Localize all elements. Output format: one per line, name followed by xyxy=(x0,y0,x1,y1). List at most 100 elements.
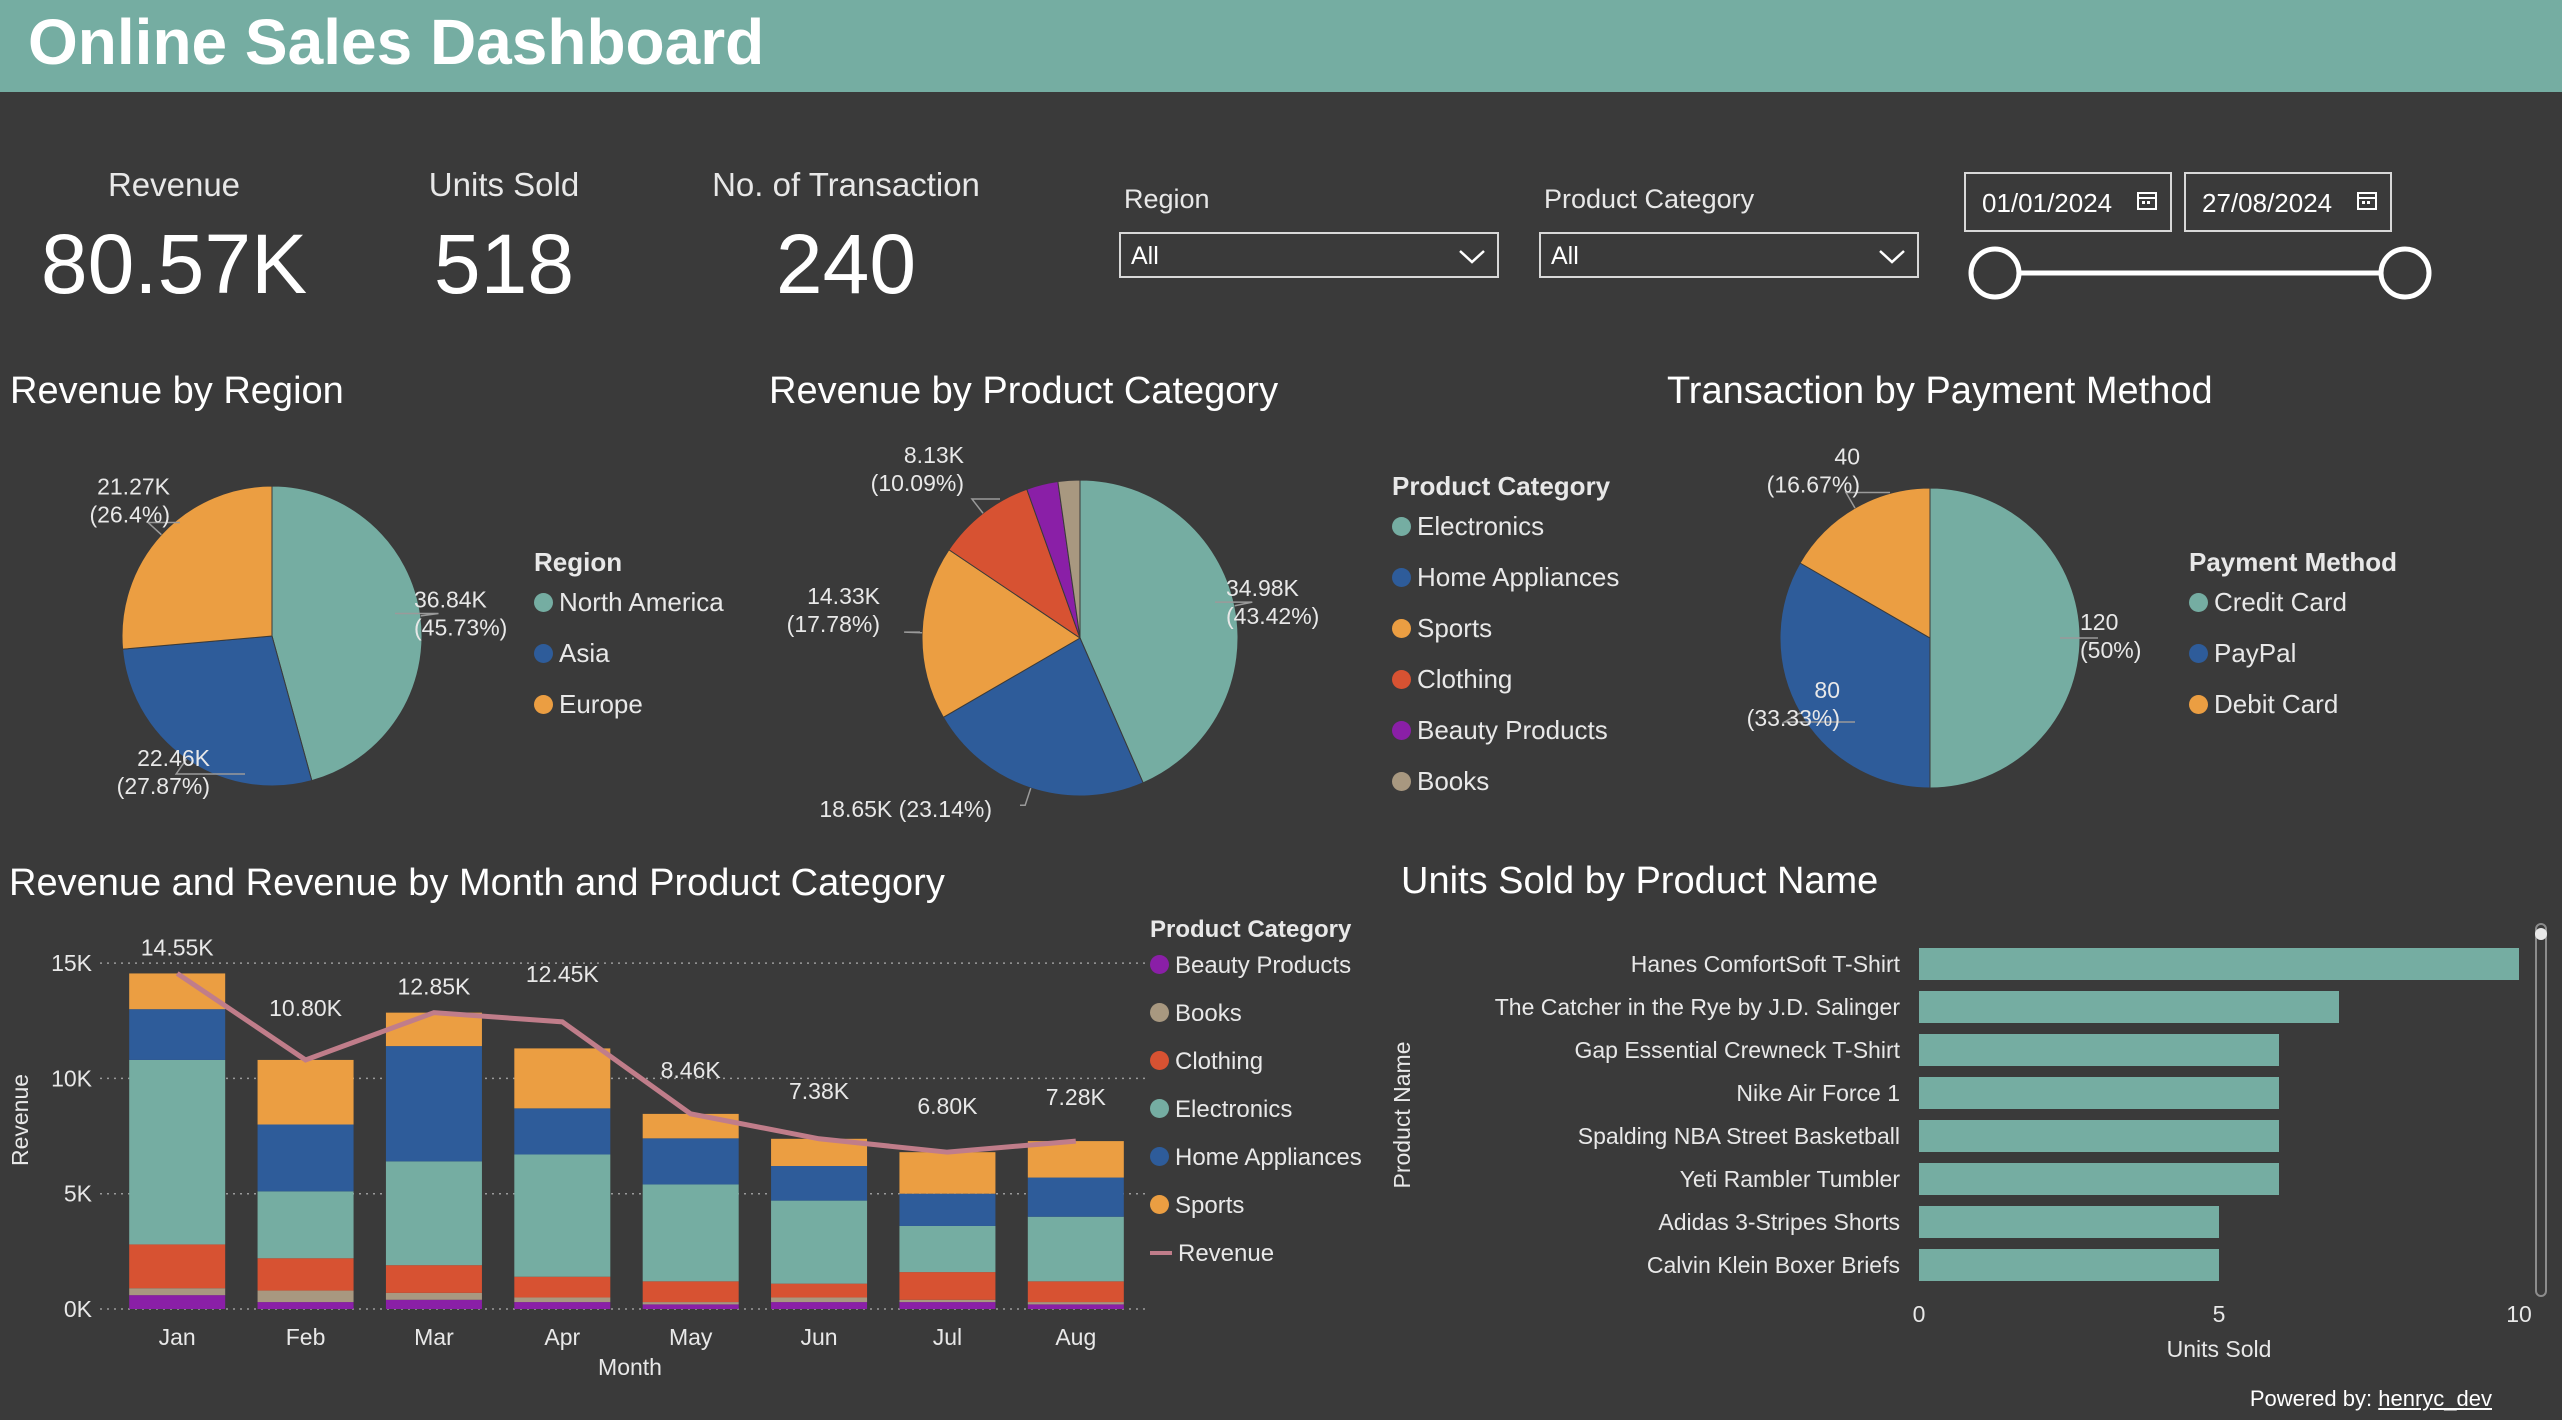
bar-segment-books-feb[interactable] xyxy=(257,1290,354,1303)
bar-segment-beauty-products-feb[interactable] xyxy=(257,1302,354,1309)
date-start-value: 01/01/2024 xyxy=(1982,188,2113,218)
legend-item-clothing[interactable]: Clothing xyxy=(1150,1048,1362,1096)
legend-item-books[interactable]: Books xyxy=(1150,1000,1362,1048)
category-dropdown[interactable]: All xyxy=(1539,232,1919,278)
date-end-input[interactable]: 27/08/2024 xyxy=(2184,172,2392,232)
bar-segment-books-aug[interactable] xyxy=(1027,1302,1124,1305)
calendar-icon[interactable] xyxy=(2356,190,2378,212)
bar-nike-air-force-1[interactable] xyxy=(1919,1077,2279,1109)
bar-segment-sports-apr[interactable] xyxy=(514,1048,611,1109)
bar-segment-home-appliances-jan[interactable] xyxy=(129,1009,226,1060)
bar-yeti-rambler-tumbler[interactable] xyxy=(1919,1163,2279,1195)
legend-item-asia[interactable]: Asia xyxy=(534,638,724,689)
bar-segment-clothing-apr[interactable] xyxy=(514,1276,611,1298)
bar-segment-books-jan[interactable] xyxy=(129,1288,226,1296)
bar-segment-home-appliances-may[interactable] xyxy=(642,1138,739,1185)
legend-label: Credit Card xyxy=(2214,587,2347,617)
bar-segment-sports-mar[interactable] xyxy=(385,1012,482,1047)
powered-by-link[interactable]: henryc_dev xyxy=(2378,1386,2492,1411)
bar-segment-electronics-jun[interactable] xyxy=(771,1200,868,1284)
bar-segment-beauty-products-jun[interactable] xyxy=(771,1302,868,1309)
x-axis-label: Month xyxy=(598,1354,662,1380)
legend-item-credit-card[interactable]: Credit Card xyxy=(2189,587,2347,638)
bar-segment-sports-feb[interactable] xyxy=(257,1059,354,1125)
bar-the-catcher-in-the-rye-by-j-d-salinger[interactable] xyxy=(1919,991,2339,1023)
bar-segment-beauty-products-apr[interactable] xyxy=(514,1302,611,1309)
kpi-revenue-value: 80.57K xyxy=(40,217,308,311)
legend-label: Books xyxy=(1175,1000,1242,1027)
y-tick-label: Spalding NBA Street Basketball xyxy=(1578,1123,1900,1149)
bar-segment-beauty-products-may[interactable] xyxy=(642,1304,739,1309)
bar-segment-clothing-jan[interactable] xyxy=(129,1244,226,1289)
bar-segment-beauty-products-mar[interactable] xyxy=(385,1299,482,1309)
bar-segment-electronics-feb[interactable] xyxy=(257,1191,354,1259)
x-tick-label: Apr xyxy=(544,1324,580,1350)
legend-item-beauty-products[interactable]: Beauty Products xyxy=(1392,715,1619,766)
bar-segment-clothing-feb[interactable] xyxy=(257,1258,354,1291)
bar-segment-beauty-products-jul[interactable] xyxy=(899,1302,996,1309)
slider-handle-start[interactable] xyxy=(1968,246,2022,300)
legend-item-north-america[interactable]: North America xyxy=(534,587,724,638)
bar-gap-essential-crewneck-t-shirt[interactable] xyxy=(1919,1034,2279,1066)
bar-segment-electronics-jul[interactable] xyxy=(899,1225,996,1273)
legend-item-books[interactable]: Books xyxy=(1392,766,1619,817)
calendar-icon[interactable] xyxy=(2136,190,2158,212)
bar-calvin-klein-boxer-briefs[interactable] xyxy=(1919,1249,2219,1281)
bar-segment-books-jul[interactable] xyxy=(899,1299,996,1303)
bar-segment-clothing-aug[interactable] xyxy=(1027,1281,1124,1303)
bar-segment-clothing-may[interactable] xyxy=(642,1281,739,1303)
bar-segment-home-appliances-jun[interactable] xyxy=(771,1166,868,1201)
legend-item-europe[interactable]: Europe xyxy=(534,689,724,740)
legend-swatch xyxy=(1392,567,1411,587)
legend-item-sports[interactable]: Sports xyxy=(1150,1192,1362,1240)
bar-segment-books-jun[interactable] xyxy=(771,1297,868,1303)
scrollbar[interactable] xyxy=(2535,923,2547,1297)
bar-segment-clothing-jun[interactable] xyxy=(771,1283,868,1298)
bar-hanes-comfortsoft-t-shirt[interactable] xyxy=(1919,948,2519,980)
bar-segment-electronics-jan[interactable] xyxy=(129,1059,226,1245)
legend-item-debit-card[interactable]: Debit Card xyxy=(2189,689,2347,740)
kpi-units-label: Units Sold xyxy=(428,166,580,203)
bar-segment-home-appliances-apr[interactable] xyxy=(514,1108,611,1155)
bar-segment-books-apr[interactable] xyxy=(514,1297,611,1303)
bar-segment-sports-aug[interactable] xyxy=(1027,1141,1124,1178)
bar-segment-sports-jan[interactable] xyxy=(129,973,226,1010)
legend-item-revenue[interactable]: Revenue xyxy=(1150,1240,1362,1288)
legend-item-electronics[interactable]: Electronics xyxy=(1150,1096,1362,1144)
legend-item-beauty-products[interactable]: Beauty Products xyxy=(1150,952,1362,1000)
region-dropdown[interactable]: All xyxy=(1119,232,1499,278)
pie-slice-credit-card[interactable] xyxy=(1929,487,2081,789)
date-start-input[interactable]: 01/01/2024 xyxy=(1964,172,2172,232)
legend-item-sports[interactable]: Sports xyxy=(1392,613,1619,664)
legend-item-electronics[interactable]: Electronics xyxy=(1392,511,1619,562)
bar-segment-clothing-mar[interactable] xyxy=(385,1265,482,1293)
legend-label: Europe xyxy=(559,689,643,719)
bar-segment-home-appliances-jul[interactable] xyxy=(899,1193,996,1226)
month-combo-chart: 0K 5K 10K 15K Jan Feb Mar Apr May Jun Jul Aug 14.55K… xyxy=(7,934,1145,1380)
bar-segment-beauty-products-aug[interactable] xyxy=(1027,1304,1124,1309)
bar-segment-books-may[interactable] xyxy=(642,1302,739,1305)
date-range-slider[interactable] xyxy=(1960,244,2440,304)
bar-segment-home-appliances-aug[interactable] xyxy=(1027,1177,1124,1217)
bar-adidas-3-stripes-shorts[interactable] xyxy=(1919,1206,2219,1238)
bar-segment-beauty-products-jan[interactable] xyxy=(129,1295,226,1309)
bar-segment-sports-jul[interactable] xyxy=(899,1152,996,1194)
bar-segment-books-mar[interactable] xyxy=(385,1292,482,1300)
bar-segment-electronics-mar[interactable] xyxy=(385,1161,482,1266)
legend-item-paypal[interactable]: PayPal xyxy=(2189,638,2347,689)
legend-item-home-appliances[interactable]: Home Appliances xyxy=(1150,1144,1362,1192)
slider-handle-end[interactable] xyxy=(2378,246,2432,300)
bar-segment-electronics-aug[interactable] xyxy=(1027,1216,1124,1282)
bar-spalding-nba-street-basketball[interactable] xyxy=(1919,1120,2279,1152)
bar-segment-sports-may[interactable] xyxy=(642,1113,739,1139)
legend-label: North America xyxy=(559,587,724,617)
bar-segment-home-appliances-mar[interactable] xyxy=(385,1046,482,1162)
pie-data-label: 36.84K xyxy=(414,587,488,613)
scrollbar-thumb[interactable] xyxy=(2535,928,2547,940)
bar-segment-clothing-jul[interactable] xyxy=(899,1272,996,1300)
legend-item-home-appliances[interactable]: Home Appliances xyxy=(1392,562,1619,613)
legend-item-clothing[interactable]: Clothing xyxy=(1392,664,1619,715)
bar-segment-home-appliances-feb[interactable] xyxy=(257,1124,354,1192)
bar-segment-electronics-may[interactable] xyxy=(642,1184,739,1282)
bar-segment-electronics-apr[interactable] xyxy=(514,1154,611,1277)
